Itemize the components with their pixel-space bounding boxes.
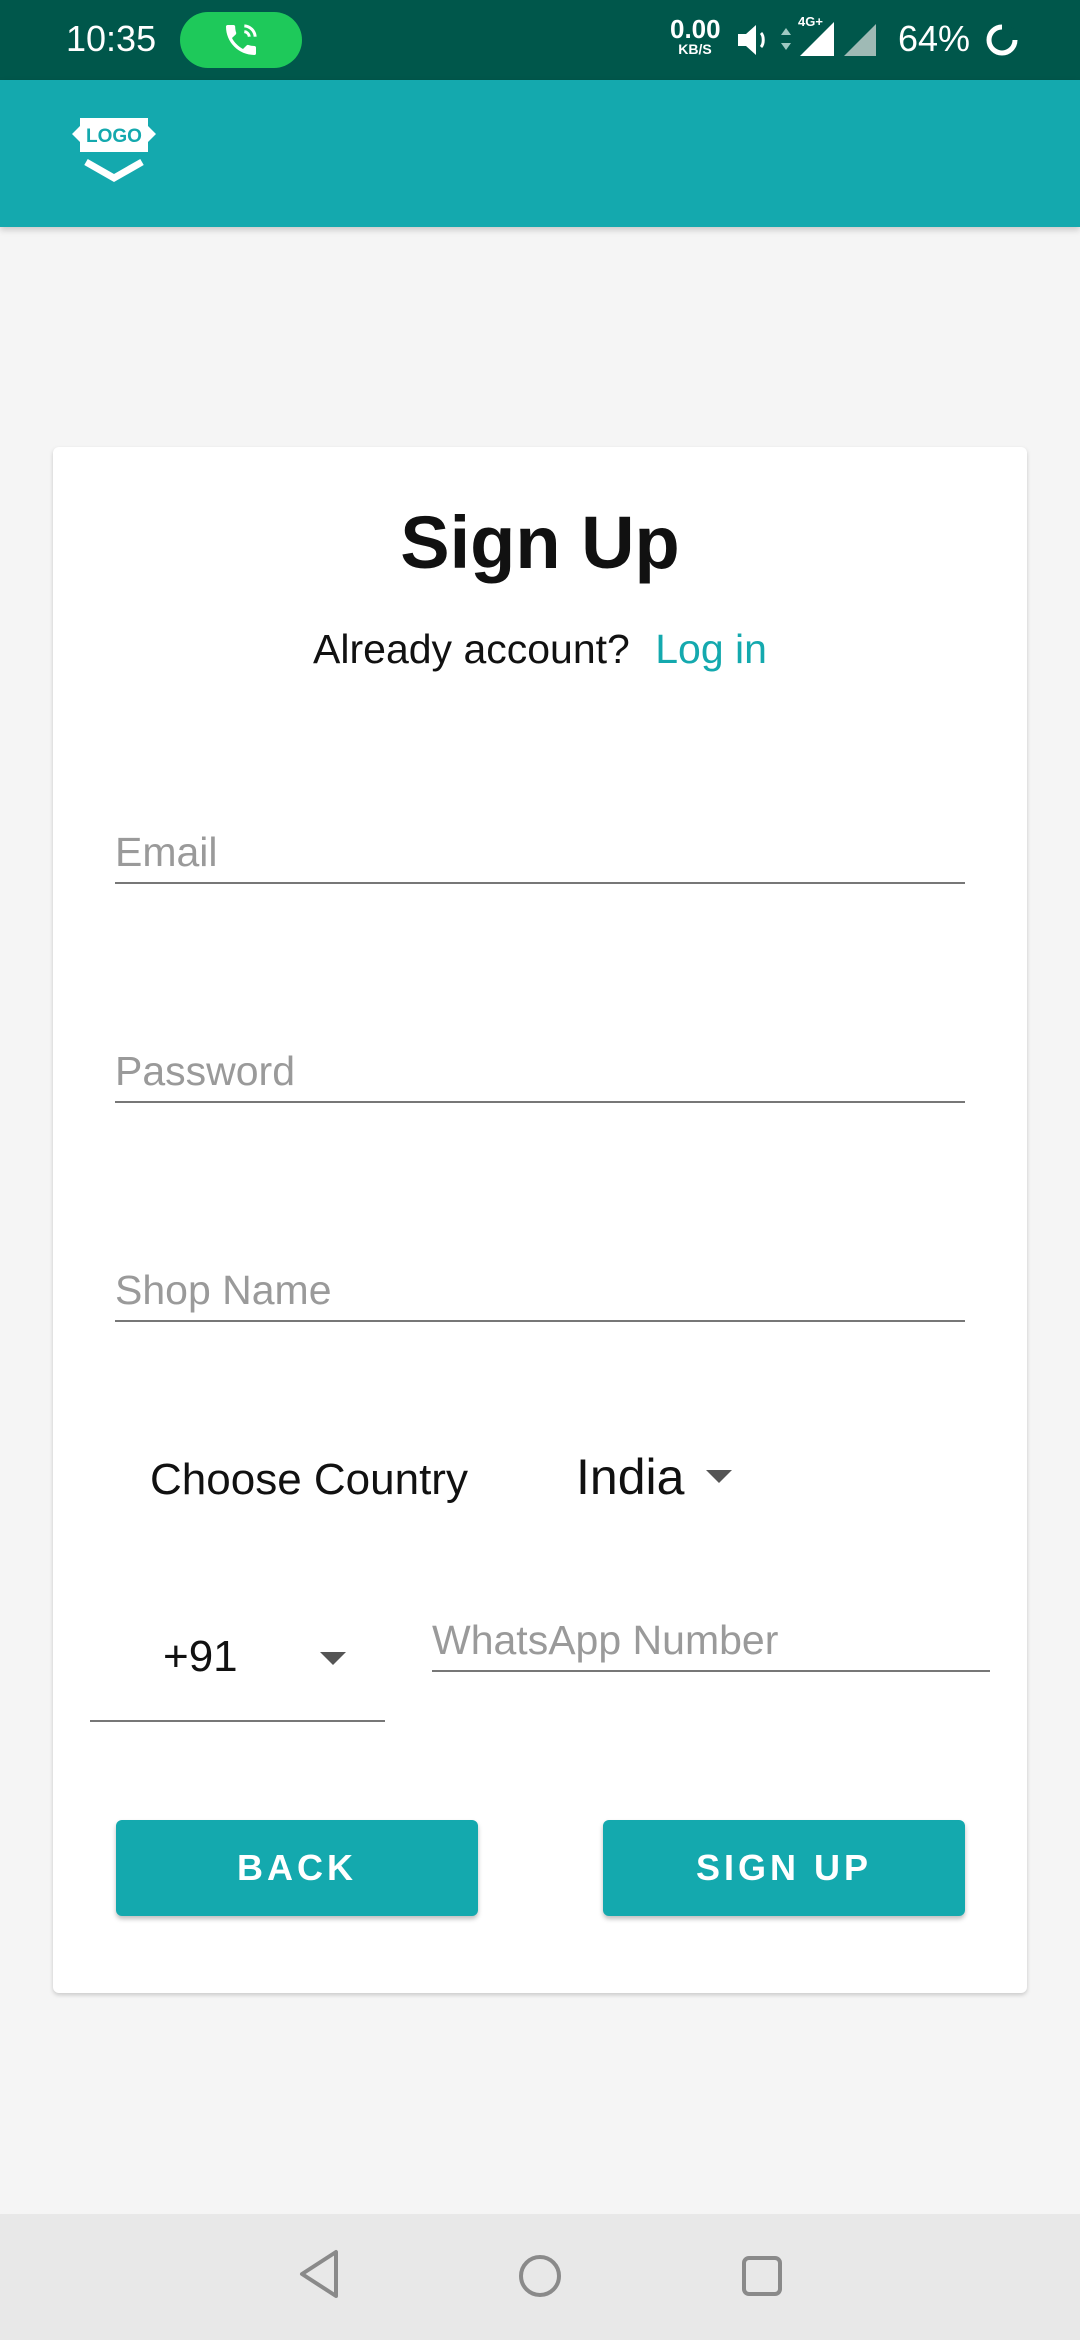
login-link[interactable]: Log in xyxy=(655,626,767,672)
sign-up-button[interactable]: SIGN UP xyxy=(603,1820,965,1916)
network-speed-unit: KB/S xyxy=(678,41,712,57)
back-button[interactable]: BACK xyxy=(116,1820,478,1916)
network-speed: 0.00 KB/S xyxy=(670,14,721,57)
logo-text: LOGO xyxy=(86,126,142,147)
logo: LOGO xyxy=(72,118,156,183)
country-code-value: +91 xyxy=(163,1632,238,1681)
battery-icon xyxy=(986,24,1018,56)
network-speed-value: 0.00 xyxy=(670,14,721,44)
nav-recent-icon[interactable] xyxy=(740,2254,784,2298)
signal-sim2-icon xyxy=(844,24,876,56)
country-value: India xyxy=(576,1449,685,1505)
phone-call-icon xyxy=(226,24,257,55)
country-dropdown[interactable]: India xyxy=(576,1448,733,1506)
choose-country-label: Choose Country xyxy=(150,1455,468,1504)
app-bar: LOGO xyxy=(0,80,1080,227)
login-prompt-text: Already account? xyxy=(313,626,630,672)
whatsapp-number-field[interactable] xyxy=(432,1610,990,1672)
volume-icon xyxy=(738,25,765,55)
ongoing-call-pill[interactable] xyxy=(180,12,302,68)
nav-home-icon[interactable] xyxy=(516,2252,564,2300)
email-field[interactable] xyxy=(115,822,965,884)
caret-down-icon xyxy=(706,1470,733,1484)
status-bar: 10:35 0.00 KB/S 4G+ 64% xyxy=(0,0,1080,80)
password-field[interactable] xyxy=(115,1041,965,1103)
data-activity-icon xyxy=(781,28,791,50)
login-prompt: Already account? Log in xyxy=(0,626,1080,673)
status-time: 10:35 xyxy=(66,18,157,59)
nav-back-icon[interactable] xyxy=(296,2246,342,2302)
shop-name-field[interactable] xyxy=(115,1260,965,1322)
page-title: Sign Up xyxy=(400,501,680,584)
caret-down-icon xyxy=(320,1652,346,1665)
system-nav-bar xyxy=(0,2214,1080,2340)
country-code-dropdown[interactable]: +91 xyxy=(90,1620,385,1722)
signup-card xyxy=(53,447,1027,1993)
signal-icon xyxy=(800,22,834,56)
battery-percent: 64% xyxy=(898,18,971,59)
